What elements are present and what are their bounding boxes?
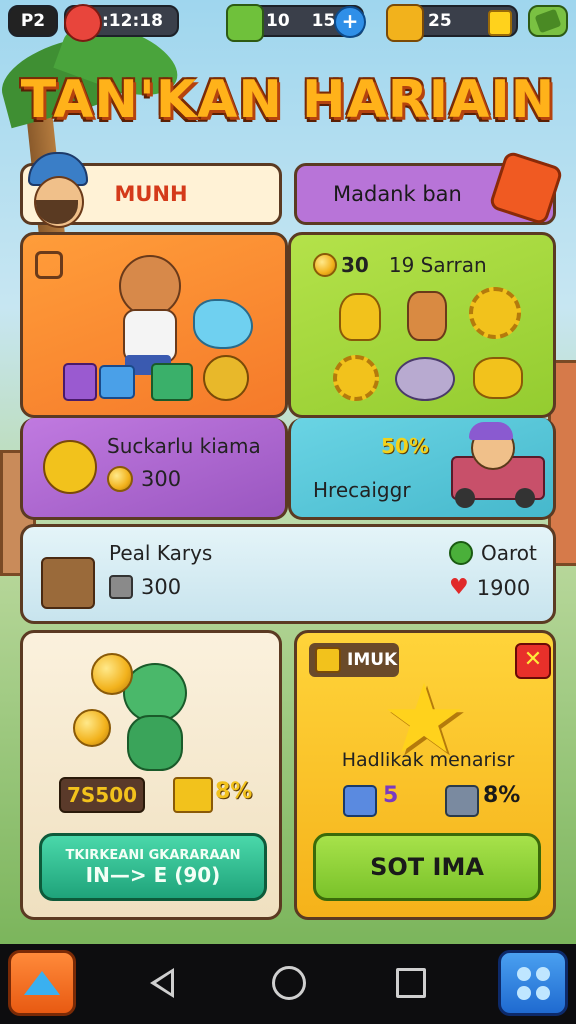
shop-card-left: 7S500 8% TKIRKEANI GKARARAAN IN—> E (90) [20, 630, 282, 920]
gold-stack-icon [173, 777, 213, 813]
gear-icon [469, 287, 521, 339]
wide-card-right-label: Oarot [481, 541, 537, 565]
green-chest-icon [151, 363, 193, 401]
gems-pill: 10 159 + [226, 4, 366, 42]
character-avatar [24, 152, 90, 232]
reward-header: 30 19 Sarran [313, 253, 487, 277]
reward-card-wide[interactable]: Peal Karys 300 Oarot ♥ 1900 [20, 524, 556, 624]
chest-icon [41, 557, 95, 609]
gold-item-3 [473, 357, 523, 399]
back-icon-inner [156, 973, 171, 993]
buy-button[interactable]: SOT IMA [313, 833, 541, 901]
dice-icon [343, 785, 377, 817]
map-icon [534, 8, 562, 34]
gold-item-1 [339, 293, 381, 341]
splash-icon [193, 299, 253, 349]
timer-pill: :12:18 [64, 4, 179, 42]
coins-text: 25 [428, 11, 452, 31]
wide-card-title: Peal Karys [109, 541, 213, 565]
reward-title: Hadlikak menarisr [341, 749, 515, 771]
home-icon[interactable] [272, 966, 306, 1000]
gear-icon [449, 541, 473, 565]
reward-card-purple[interactable]: Suckarlu kiama 300 [20, 418, 288, 520]
coins-pill: 25 [386, 4, 518, 42]
reward-count: 30 [341, 253, 369, 277]
close-icon[interactable]: ✕ [515, 643, 551, 679]
plus-icon[interactable]: + [334, 6, 366, 38]
tab-munh-label: MUNH [114, 182, 188, 206]
rock-item [395, 357, 455, 401]
teal-card-percent: 50% [381, 434, 429, 458]
purple-gift-icon [63, 363, 97, 401]
wide-card-right-value: 1900 [476, 575, 531, 600]
shop-card-right: IMUK ✕ ★ Hadlikak menarisr 5 8% SOT IMA [294, 630, 556, 920]
buy-button-label: SOT IMA [370, 853, 484, 881]
wide-card-value-row: 300 [109, 575, 181, 599]
clock-icon [64, 4, 102, 42]
gold-bar-icon [488, 10, 512, 36]
claim-button-line1: TKIRKEANI GKARARAAN [65, 847, 241, 863]
purple-card-title: Suckarlu kiama [107, 434, 261, 458]
claim-button[interactable]: TKIRKEANI GKARARAAN IN—> E (90) [39, 833, 267, 901]
blue-tag-icon [99, 365, 135, 399]
menu-grid-icon [516, 966, 550, 1000]
up-arrow-icon [24, 971, 60, 995]
shop-percent: 8% [215, 779, 253, 804]
wide-card-right-value-row: ♥ 1900 [449, 575, 530, 600]
recents-icon[interactable] [396, 968, 426, 998]
bonus-percent: 8% [483, 783, 521, 808]
system-nav-bar [0, 944, 576, 1024]
purple-card-value: 300 [141, 467, 182, 491]
claim-button-line2: IN—> E (90) [85, 862, 221, 887]
price-value: 7S500 [66, 783, 138, 807]
coin-icon [313, 253, 337, 277]
menu-grid-button[interactable] [498, 950, 568, 1016]
coin-bag-icon [203, 355, 249, 401]
wide-card-value: 300 [141, 575, 182, 599]
wide-card-right-label-row: Oarot [449, 541, 537, 565]
purple-number: 5 [383, 783, 399, 808]
heart-icon: ♥ [449, 575, 469, 600]
reward-header-label: 19 Sarran [388, 253, 487, 277]
gear-icon [445, 785, 479, 817]
coin-icon [91, 653, 133, 695]
tab-madank-ban-label: Madank ban [333, 182, 462, 206]
cart-character [441, 422, 547, 512]
reward-card-green[interactable]: 30 19 Sarran [288, 232, 556, 418]
gift-icon [35, 251, 63, 279]
teal-card-title: Hrecaiggr [313, 478, 411, 502]
reward-card-orange[interactable] [20, 232, 288, 418]
monster-icon [43, 440, 97, 494]
gear-icon [333, 355, 379, 401]
gold-item-2 [407, 291, 447, 341]
page-title: TAN'KAN HARIAIN [20, 70, 556, 130]
bolt-icon [109, 575, 133, 599]
puzzle-icon [226, 4, 264, 42]
map-button[interactable] [528, 5, 568, 37]
treasure-icon [315, 647, 341, 673]
purple-card-value-row: 300 [107, 466, 181, 492]
coin-icon [107, 466, 133, 492]
level-text: P2 [20, 11, 46, 31]
price-tag: 7S500 [59, 777, 145, 813]
bear-character [113, 255, 183, 375]
gems-a-text: 10 [266, 11, 290, 31]
up-arrow-button[interactable] [8, 950, 76, 1016]
level-badge: P2 [8, 5, 58, 37]
timer-text: :12:18 [102, 11, 163, 31]
coin-icon [73, 709, 111, 747]
reward-card-teal[interactable]: 50% Hrecaiggr [288, 418, 556, 520]
treasure-icon [386, 4, 424, 42]
